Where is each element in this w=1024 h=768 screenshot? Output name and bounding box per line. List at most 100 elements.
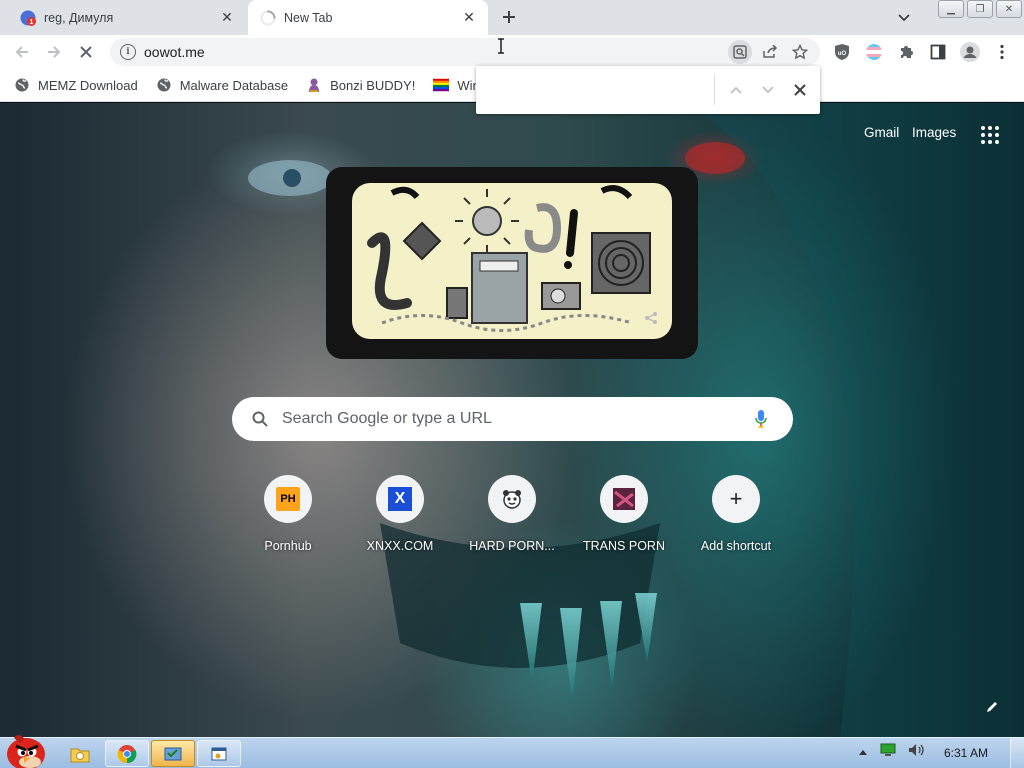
extensions-area: uO (830, 40, 1014, 64)
app-window-icon (211, 747, 227, 760)
tab-title: New Tab (284, 10, 333, 25)
bookmark-bonzi-buddy[interactable]: Bonzi BUDDY! (306, 77, 415, 93)
windows-program-icon (164, 747, 182, 760)
shortcut-label: HARD PORN... (469, 539, 555, 553)
find-previous-button[interactable] (723, 77, 749, 103)
shortcut-trans[interactable]: TRANS PORN (568, 475, 680, 553)
folder-icon (70, 748, 90, 762)
taskbar-chrome[interactable] (105, 740, 149, 767)
bookmark-memz-download[interactable]: MEMZ Download (14, 77, 138, 93)
tray-expand-icon[interactable] (858, 744, 868, 759)
shortcut-label: TRANS PORN (583, 539, 665, 553)
shortcut-tile[interactable]: X (376, 475, 424, 523)
new-tab-button[interactable] (497, 5, 521, 29)
customize-pencil-icon[interactable] (980, 695, 1004, 719)
info-icon[interactable]: i (120, 44, 136, 60)
trans-flag-extension-icon[interactable] (862, 40, 886, 64)
shortcut-label: Pornhub (264, 539, 312, 553)
close-icon[interactable]: ✕ (460, 9, 478, 27)
stop-button[interactable] (74, 40, 98, 64)
search-box[interactable] (232, 397, 793, 441)
restore-button[interactable]: ❐ (967, 0, 993, 18)
site-g-favicon: 1 (20, 10, 36, 26)
back-button[interactable] (10, 40, 34, 64)
find-input[interactable] (482, 75, 712, 105)
svg-text:uO: uO (838, 51, 847, 57)
shortcut-hard[interactable]: HARD PORN... (456, 475, 568, 553)
ph-favicon-icon: PH (276, 487, 300, 511)
bookmark-malware-database[interactable]: Malware Database (156, 77, 288, 93)
windows-flag-icon (433, 77, 450, 93)
window-close-button[interactable]: ✕ (996, 0, 1022, 18)
search-input[interactable] (282, 410, 751, 428)
shortcuts-grid: PH Pornhub X XNXX.COM HARD PORN... TRANS… (232, 475, 792, 553)
window-controls: ▁ ❐ ✕ (935, 0, 1022, 18)
search-icon (250, 409, 270, 429)
puzzle-extensions-icon[interactable] (894, 40, 918, 64)
tab-strip: 1 reg, Димуля ✕ New Tab ✕ ▁ ❐ ✕ (0, 0, 1024, 35)
new-tab-page: Gmail Images Search Google or type a URL… (0, 103, 1024, 737)
close-icon (794, 84, 806, 96)
google-apps-icon[interactable] (981, 126, 999, 144)
chevron-down-icon (762, 86, 774, 94)
taskbar-explorer[interactable] (58, 740, 102, 767)
chrome-icon (117, 744, 137, 763)
minimize-button[interactable]: ▁ (938, 0, 964, 18)
plus-icon: + (729, 486, 743, 511)
shortcut-tile[interactable]: PH (264, 475, 312, 523)
ublock-icon[interactable]: uO (830, 40, 854, 64)
close-icon[interactable]: ✕ (218, 9, 236, 27)
tab-search-button[interactable] (893, 7, 915, 29)
find-divider (714, 75, 715, 105)
bookmark-label: Bonzi BUDDY! (330, 77, 416, 93)
url-text[interactable]: oowot.me (144, 44, 205, 60)
shortcut-tile[interactable] (488, 475, 536, 523)
share-doodle-icon[interactable] (644, 311, 658, 325)
taskbar: 6:31 AM (0, 735, 1024, 768)
volume-icon[interactable] (908, 743, 926, 760)
find-close-button[interactable] (787, 77, 813, 103)
svg-text:1: 1 (30, 19, 34, 26)
show-desktop-button[interactable] (1010, 738, 1024, 768)
tab-reg[interactable]: 1 reg, Димуля ✕ (8, 0, 246, 35)
find-next-button[interactable] (755, 77, 781, 103)
taskbar-program[interactable] (151, 740, 195, 767)
google-doodle[interactable] (352, 183, 672, 339)
text-cursor-icon (497, 38, 505, 54)
clock[interactable]: 6:31 AM (944, 746, 988, 760)
bookmark-label: Malware Database (179, 77, 289, 93)
shortcut-xnxx[interactable]: X XNXX.COM (344, 475, 456, 553)
start-button[interactable] (2, 732, 48, 768)
gmail-link[interactable]: Gmail (864, 125, 899, 140)
forward-button[interactable] (42, 40, 66, 64)
share-icon[interactable] (758, 40, 782, 64)
kebab-menu-icon[interactable] (990, 40, 1014, 64)
taskbar-app[interactable] (197, 740, 241, 767)
chevron-up-icon (730, 86, 742, 94)
globe-icon (14, 77, 30, 93)
side-panel-icon[interactable] (926, 40, 950, 64)
microphone-icon[interactable] (751, 407, 771, 431)
shortcut-pornhub[interactable]: PH Pornhub (232, 475, 344, 553)
address-bar[interactable]: i oowot.me (110, 38, 820, 66)
find-icon[interactable] (728, 40, 752, 64)
system-tray (858, 743, 926, 760)
tab-new-tab[interactable]: New Tab ✕ (248, 0, 488, 35)
globe-icon (156, 77, 172, 93)
profile-avatar-icon[interactable] (958, 40, 982, 64)
find-bar (476, 66, 820, 114)
toolbar: i oowot.me uO (0, 35, 1024, 69)
bonzi-icon (306, 77, 322, 93)
shortcut-tile[interactable]: + (712, 475, 760, 523)
x-favicon-icon: X (388, 487, 412, 511)
shortcut-tile[interactable] (600, 475, 648, 523)
site-thumbnail-favicon-icon (612, 487, 636, 511)
images-link[interactable]: Images (912, 125, 956, 140)
shortcut-label: Add shortcut (700, 539, 772, 553)
loading-spinner-icon (260, 10, 276, 26)
network-icon[interactable] (880, 743, 896, 760)
plus-icon (503, 11, 515, 23)
bookmark-star-icon[interactable] (788, 40, 812, 64)
add-shortcut-button[interactable]: + Add shortcut (680, 475, 792, 553)
forward-arrow-icon (48, 46, 61, 58)
